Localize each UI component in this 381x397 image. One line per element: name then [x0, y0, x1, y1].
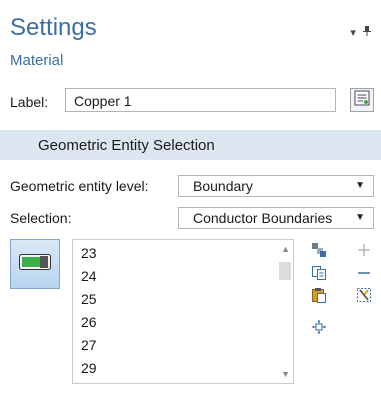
remove-icon[interactable]: [355, 264, 373, 282]
list-item[interactable]: 24: [81, 268, 97, 284]
panel-menu-icon[interactable]: ▾: [350, 27, 356, 39]
chevron-down-icon: ▼: [355, 212, 365, 223]
scroll-down-icon[interactable]: ▼: [281, 369, 290, 379]
panel-title: Settings: [10, 14, 97, 41]
list-item[interactable]: 29: [81, 360, 97, 376]
list-scrollbar[interactable]: ▲ ▼: [277, 240, 293, 383]
list-item[interactable]: 27: [81, 337, 97, 353]
edit-label-icon: [354, 90, 370, 111]
toggle-switch-icon: [19, 253, 51, 275]
selection-value: Conductor Boundaries: [193, 210, 333, 226]
clear-selection-icon[interactable]: [355, 286, 373, 304]
list-item[interactable]: 23: [81, 245, 97, 261]
selection-list[interactable]: 23 24 25 26 27 29 ▲ ▼: [72, 239, 294, 384]
list-item[interactable]: 25: [81, 291, 97, 307]
panel-subtitle: Material: [10, 52, 64, 69]
chevron-down-icon: ▼: [355, 180, 365, 191]
list-item[interactable]: 26: [81, 314, 97, 330]
add-icon[interactable]: [355, 241, 373, 259]
select-all-icon[interactable]: [310, 241, 328, 259]
scroll-thumb[interactable]: [279, 262, 291, 280]
zoom-to-selection-icon[interactable]: [310, 318, 328, 336]
copy-icon[interactable]: [310, 264, 328, 282]
paste-icon[interactable]: [310, 286, 328, 304]
section-title: Geometric Entity Selection: [38, 137, 215, 154]
entity-level-select[interactable]: Boundary ▼: [178, 175, 374, 197]
pin-icon[interactable]: [363, 26, 371, 39]
selection-select[interactable]: Conductor Boundaries ▼: [178, 207, 374, 229]
entity-level-value: Boundary: [193, 178, 253, 194]
label-edit-button[interactable]: [350, 88, 374, 112]
entity-level-label: Geometric entity level:: [10, 178, 149, 194]
panel-controls: ▾: [346, 26, 371, 39]
label-caption: Label:: [10, 94, 49, 110]
label-input[interactable]: Copper 1: [65, 88, 336, 112]
selection-label: Selection:: [10, 210, 72, 226]
scroll-up-icon[interactable]: ▲: [281, 244, 290, 254]
active-toggle-button[interactable]: [10, 239, 60, 289]
